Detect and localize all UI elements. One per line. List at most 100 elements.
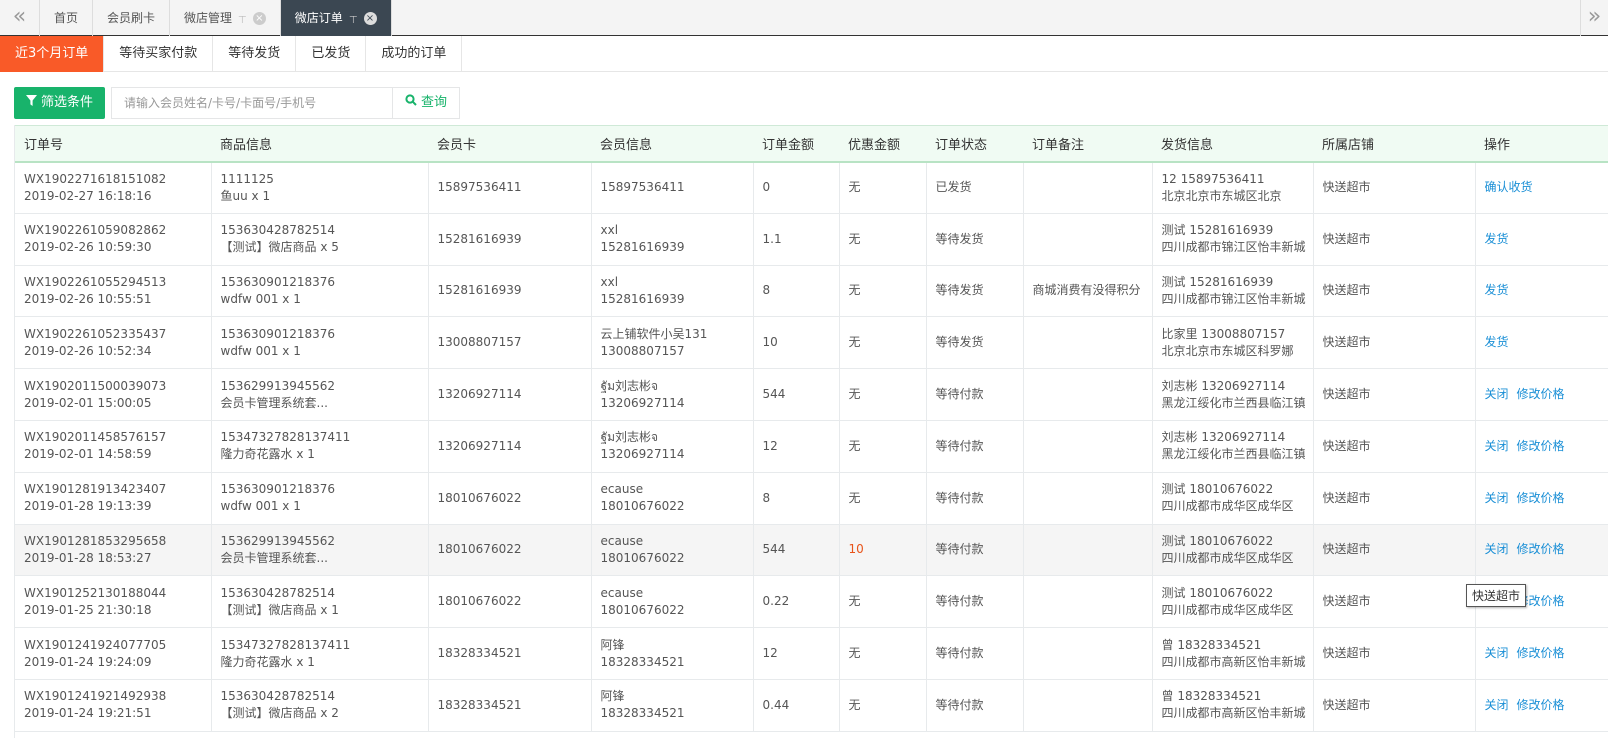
action-link[interactable]: 关闭 — [1485, 697, 1509, 714]
filter-row: 筛选条件 查询 — [14, 87, 461, 119]
action-link[interactable]: 修改价格 — [1517, 541, 1565, 558]
member-info-cell: 阿锋 18328334521 — [591, 679, 754, 732]
search-button[interactable]: 查询 — [393, 87, 461, 119]
member-card-cell: 13206927114 — [428, 420, 592, 473]
actions: 关闭修改价格 — [1485, 541, 1608, 558]
order-status-cell: 等待付款 — [926, 524, 1024, 576]
top-tab[interactable]: 首页 — [40, 0, 94, 36]
column-header: 订单状态 — [935, 137, 988, 153]
member-info-cell-line1: 阿锋 — [600, 689, 625, 704]
order-remark-cell — [1023, 368, 1153, 421]
action-link[interactable]: 修改价格 — [1517, 645, 1565, 662]
order-no-cell-line1: WX1902261052335437 — [24, 326, 167, 341]
status-tab[interactable]: 已发货 — [296, 36, 367, 72]
order-amount-cell: 12 — [753, 627, 840, 680]
action-link[interactable]: 关闭 — [1485, 438, 1509, 455]
order-no-cell: WX1901281913423407 2019-01-28 19:13:39 — [15, 472, 212, 525]
actions: 发货 — [1485, 282, 1608, 299]
column-header: 会员卡 — [437, 137, 477, 153]
action-link[interactable]: 修改价格 — [1517, 490, 1565, 507]
column-header: 订单金额 — [762, 137, 815, 153]
top-tab[interactable]: 会员刷卡 — [93, 0, 171, 36]
action-link[interactable]: 发货 — [1485, 334, 1509, 351]
status-tab[interactable]: 等待发货 — [213, 36, 297, 72]
shipping-cell: 测试 15281616939 四川成都市锦江区怡丰新城 — [1152, 213, 1314, 266]
double-chevron-right-icon[interactable]: » — [1580, 0, 1608, 36]
action-link[interactable]: 关闭 — [1485, 541, 1509, 558]
column-header: 优惠金额 — [848, 137, 901, 153]
action-link[interactable]: 发货 — [1485, 282, 1509, 299]
actions-cell: 发货 — [1475, 317, 1608, 369]
action-link[interactable]: 关闭 — [1485, 645, 1509, 662]
actions-cell: 关闭修改价格 — [1475, 472, 1608, 524]
filter-button[interactable]: 筛选条件 — [14, 87, 106, 119]
column-header: 订单号 — [24, 137, 64, 153]
member-info-cell: ecause 18010676022 — [591, 524, 754, 576]
actions-cell: 关闭修改价格 — [1475, 628, 1608, 680]
order-remark-cell — [1023, 316, 1153, 369]
discount-cell: 无 — [839, 679, 927, 732]
member-info-cell-line2: 18010676022 — [600, 499, 685, 514]
shipping-cell-line2: 四川成都市成华区成华区 — [1161, 602, 1294, 617]
discount-cell: 无 — [839, 213, 927, 266]
shop-cell: 快送超市 — [1313, 316, 1476, 369]
goods-cell: 153630428782514 【测试】微店商品 x 2 — [211, 679, 429, 732]
shipping-cell-line1: 比家里 13008807157 — [1161, 326, 1286, 341]
search-input[interactable] — [111, 87, 394, 119]
page-tabs: 首页 会员刷卡 微店管理 ⊥ × 微店订单 ⊥ × — [40, 0, 392, 36]
shop-cell: 快送超市 — [1313, 627, 1476, 680]
member-info-cell-line1: ฐัม刘志彬จ — [600, 378, 659, 393]
close-icon[interactable]: × — [363, 11, 377, 25]
member-info-cell-line2: 13008807157 — [600, 343, 685, 358]
status-tab[interactable]: 近3个月订单 — [0, 36, 105, 72]
shipping-cell-line1: 12 15897536411 — [1161, 171, 1265, 186]
search-icon — [405, 88, 417, 118]
status-tab[interactable]: 成功的订单 — [366, 36, 463, 72]
actions-cell: 确认收货 — [1475, 162, 1608, 214]
column-header: 订单备注 — [1032, 137, 1085, 153]
order-no-cell: WX1902261052335437 2019-02-26 10:52:34 — [15, 316, 212, 369]
goods-cell: 153630428782514 【测试】微店商品 x 5 — [211, 213, 429, 266]
discount-cell: 无 — [839, 368, 927, 421]
order-amount-cell: 1.1 — [753, 213, 840, 266]
goods-cell-line2: 会员卡管理系统套... — [220, 550, 328, 565]
action-link[interactable]: 修改价格 — [1517, 438, 1565, 455]
pin-icon[interactable]: ⊥ — [349, 0, 358, 36]
action-link[interactable]: 发货 — [1485, 231, 1509, 248]
goods-cell-line2: 【测试】微店商品 x 2 — [220, 706, 339, 721]
order-status-cell: 等待发货 — [926, 316, 1024, 369]
shipping-cell-line2: 四川成都市锦江区怡丰新城 — [1161, 240, 1306, 255]
shipping-cell-line2: 黑龙江绥化市兰西县临江镇 — [1161, 395, 1306, 410]
member-info-cell-line1: ฐัม刘志彬จ — [600, 430, 659, 445]
discount-cell: 无 — [839, 420, 927, 473]
action-link[interactable]: 修改价格 — [1517, 386, 1565, 403]
pin-icon[interactable]: ⊥ — [238, 0, 247, 36]
member-info-cell-line1: 云上铺软件小吴131 — [600, 326, 708, 341]
discount-cell: 无 — [839, 472, 927, 525]
order-remark-cell — [1023, 213, 1153, 266]
top-tab[interactable]: 微店管理 ⊥ × — [170, 0, 281, 36]
order-status-cell: 等待付款 — [926, 627, 1024, 680]
close-icon[interactable]: × — [252, 11, 266, 25]
double-chevron-left-icon[interactable]: « — [0, 0, 40, 36]
member-info-cell-line1: xxl — [600, 274, 619, 289]
status-tab[interactable]: 等待买家付款 — [104, 36, 214, 72]
order-no-cell-line2: 2019-01-28 19:13:39 — [24, 499, 152, 514]
action-link[interactable]: 确认收货 — [1485, 179, 1533, 196]
order-no-cell-line1: WX1901252130188044 — [24, 585, 167, 600]
member-info-cell-line2: 13206927114 — [600, 447, 685, 462]
top-tab[interactable]: 微店订单 ⊥ × — [280, 0, 392, 36]
goods-cell-line1: 153630428782514 — [220, 689, 336, 704]
goods-cell-line1: 153630901218376 — [220, 274, 336, 289]
goods-cell-line2: 鱼uu x 1 — [220, 188, 271, 203]
action-link[interactable]: 修改价格 — [1517, 697, 1565, 714]
goods-cell: 153630428782514 【测试】微店商品 x 1 — [211, 575, 429, 628]
order-remark-cell — [1023, 161, 1153, 214]
shipping-cell-line2: 北京北京市东城区北京 — [1161, 188, 1282, 203]
order-status-cell: 等待付款 — [926, 679, 1024, 732]
action-link[interactable]: 关闭 — [1485, 386, 1509, 403]
order-no-cell-line2: 2019-02-01 15:00:05 — [24, 395, 152, 410]
member-info-cell-line1: 阿锋 — [600, 637, 625, 652]
member-info-cell-line2: 18328334521 — [600, 706, 685, 721]
action-link[interactable]: 关闭 — [1485, 490, 1509, 507]
